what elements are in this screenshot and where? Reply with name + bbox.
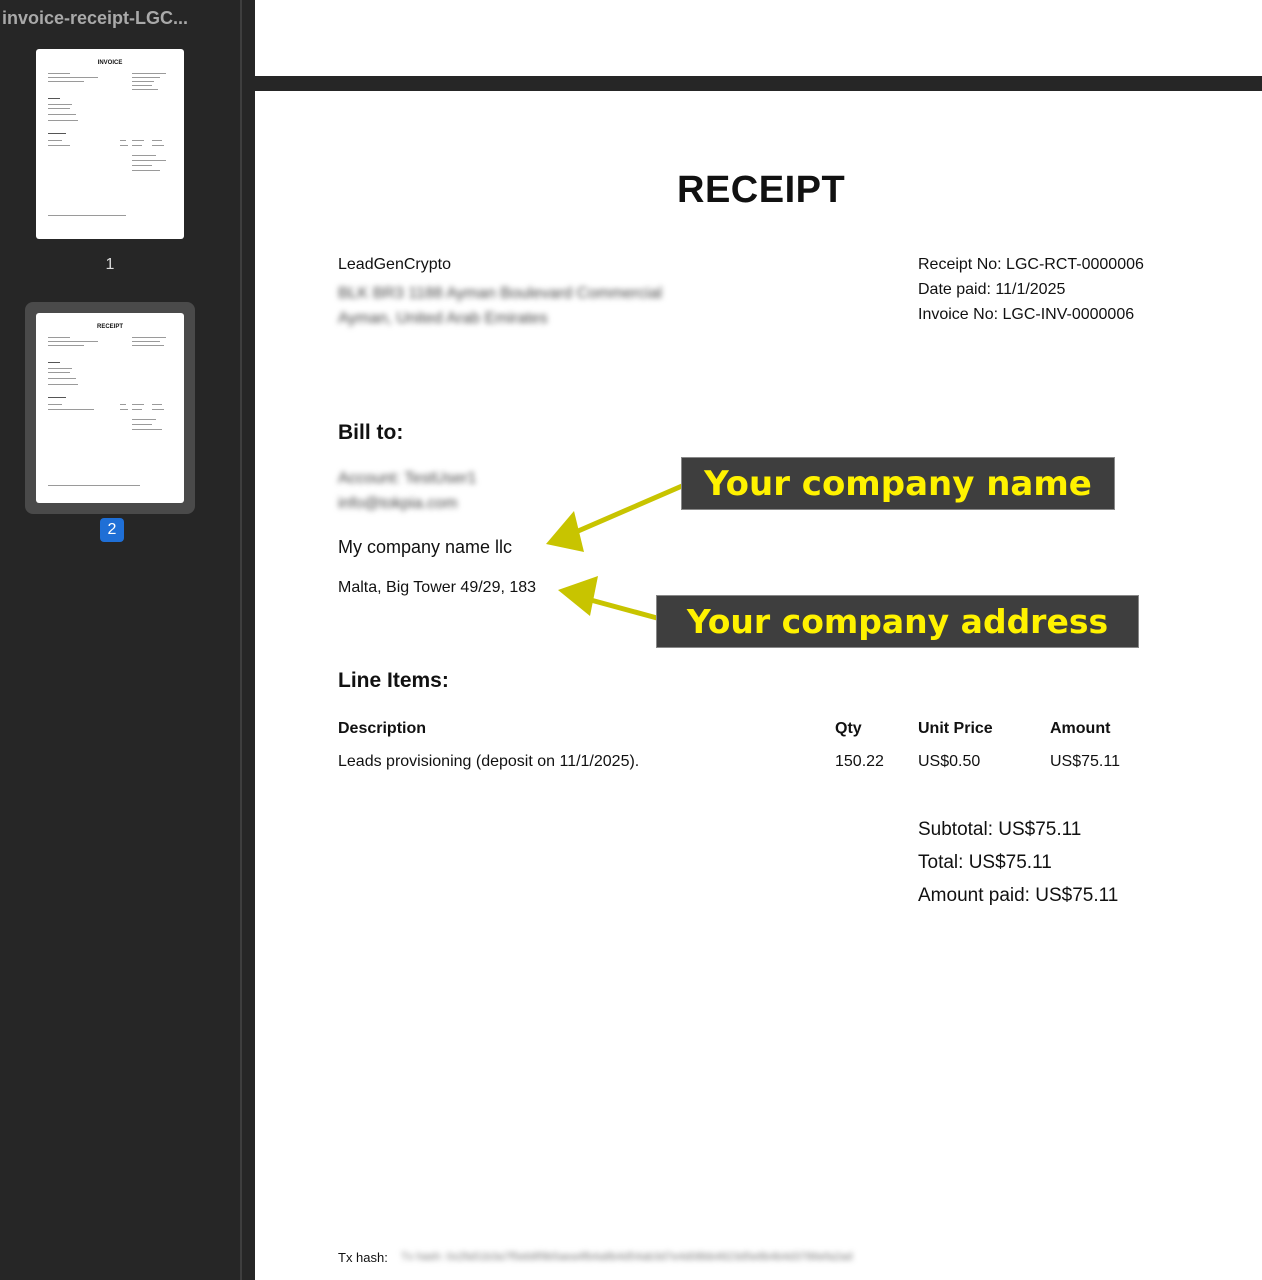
arrow-head-icon [546, 511, 584, 552]
company-name-callout: Your company name [681, 457, 1115, 510]
company-address-callout: Your company address [656, 595, 1139, 648]
arrow-head-icon [558, 576, 598, 616]
arrow-to-company-name [559, 483, 685, 541]
